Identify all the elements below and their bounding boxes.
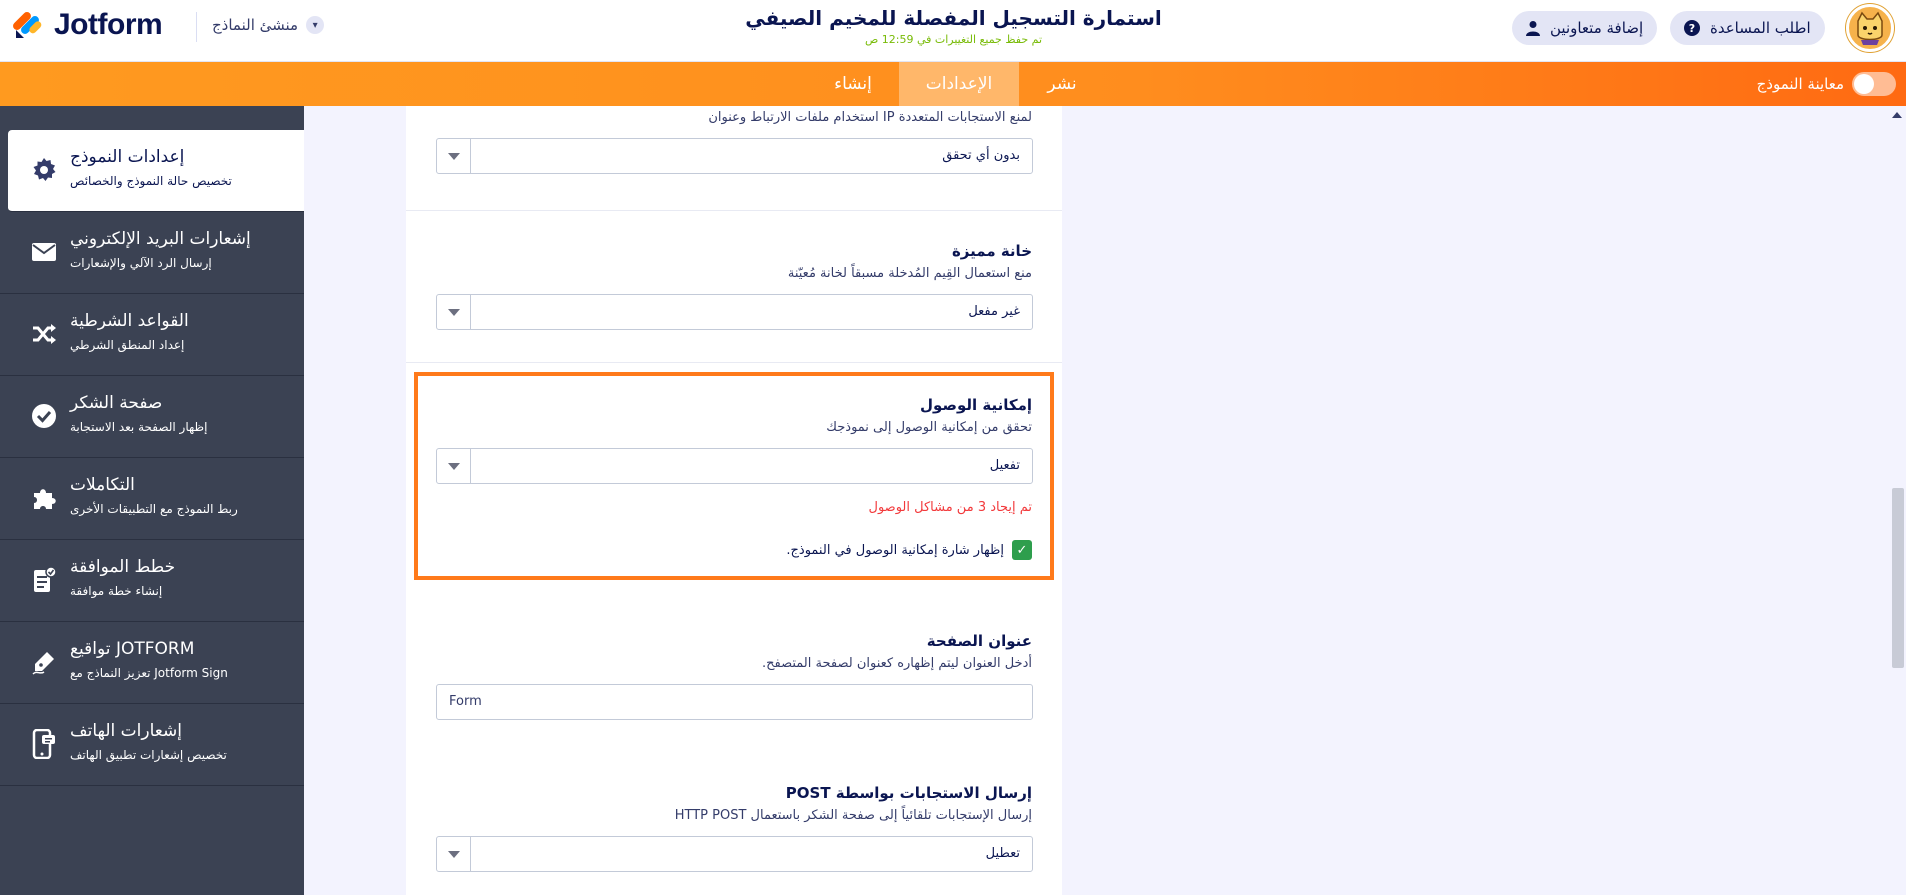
user-icon [1526,21,1540,36]
chevron-down-icon [437,295,471,329]
check-circle-icon [30,402,58,430]
form-title-block: استمارة التسجيل المفصلة للمخيم الصيفي تم… [650,6,1257,46]
preview-form-toggle[interactable]: معاينة النموذج [1757,72,1896,96]
page-title-setting-description: أدخل العنوان ليتم إظهاره كعنوان لصفحة ال… [762,656,1032,671]
unique-field-value: غير مفعل [968,304,1020,319]
chevron-down-icon [437,449,471,483]
accessibility-badge-label: إظهار شارة إمكانية الوصول في النموذج. [786,542,1004,558]
scrollbar-thumb[interactable] [1892,488,1904,668]
add-collaborators-button[interactable]: إضافة متعاونين [1512,11,1658,45]
logo-text: Jotform [54,8,163,41]
shuffle-icon [30,320,58,348]
help-icon: ? [1684,20,1700,36]
sidebar-item-subtitle: إرسال الرد الآلي والإشعارات [70,256,212,270]
post-value: تعطيل [985,846,1020,861]
settings-sidebar: إعدادات النموذج تخصيص حالة النموذج والخص… [0,106,304,895]
sidebar-item-title: القواعد الشرطية [70,311,189,331]
settings-content-panel: لمنع الاستجابات المتعددة IP استخدام ملفا… [406,106,1062,895]
get-help-button[interactable]: ? اطلب المساعدة [1670,11,1825,45]
envelope-icon [30,238,58,266]
sidebar-item-integrations[interactable]: التكاملات ربط النموذج مع التطبيقات الأخر… [0,458,304,540]
divider [406,362,1062,363]
sidebar-item-title: خطط الموافقة [70,557,176,577]
jotform-logo-icon [13,12,42,38]
accessibility-value: تفعيل [989,458,1020,473]
accessibility-title: إمكانية الوصول [920,396,1032,414]
avatar-cat-icon [1857,11,1883,45]
signature-pen-icon [30,648,58,676]
tab-publish-label: نشر [1047,74,1077,94]
form-maker-dropdown[interactable]: منشئ النماذج ▾ [212,16,325,34]
post-select[interactable]: تعطيل [436,836,1033,872]
tab-publish[interactable]: نشر [1018,62,1106,106]
puzzle-icon [30,484,58,512]
sidebar-item-subtitle: ربط النموذج مع التطبيقات الأخرى [70,502,238,516]
logo-divider [196,12,197,42]
page-scrollbar[interactable] [1889,106,1906,895]
chevron-down-icon [437,837,471,871]
ip-check-select[interactable]: بدون أي تحقق [436,138,1033,174]
jotform-logo[interactable]: Jotform [12,8,163,42]
sidebar-item-conditions[interactable]: القواعد الشرطية إعداد المنطق الشرطي [0,294,304,376]
sidebar-item-subtitle: إظهار الصفحة بعد الاستجابة [70,420,208,434]
accessibility-select[interactable]: تفعيل [436,448,1033,484]
unique-field-select[interactable]: غير مفعل [436,294,1033,330]
sidebar-item-subtitle: إعداد المنطق الشرطي [70,338,185,352]
sidebar-item-title: تواقيع JOTFORM [70,639,195,659]
chevron-down-icon [437,139,471,173]
phone-icon [30,729,58,759]
tab-settings-label: الإعدادات [925,74,993,94]
sidebar-item-form-settings[interactable]: إعدادات النموذج تخصيص حالة النموذج والخص… [8,130,304,212]
tab-build[interactable]: إنشاء [808,62,898,106]
tab-build-label: إنشاء [834,74,872,94]
preview-toggle-switch[interactable] [1852,72,1896,96]
approval-icon [30,566,58,594]
unique-field-title: خانة مميزة [951,242,1032,260]
sidebar-item-subtitle: تخصيص إشعارات تطبيق الهاتف [70,748,227,762]
post-setting-description: إرسال الإستجابات تلقائياً إلى صفحة الشكر… [674,808,1032,823]
accessibility-badge-option[interactable]: ✓ إظهار شارة إمكانية الوصول في النموذج. [786,540,1032,560]
accessibility-description: تحقق من إمكانية الوصول إلى نموذجك [826,420,1032,435]
get-help-label: اطلب المساعدة [1710,19,1811,37]
sidebar-item-mobile-notifications[interactable]: إشعارات الهاتف تخصيص إشعارات تطبيق الهات… [0,704,304,786]
sidebar-item-jotform-signatures[interactable]: تواقيع JOTFORM تعزيز النماذج مع Jotform … [0,622,304,704]
sidebar-item-title: إشعارات البريد الإلكتروني [70,229,251,249]
unique-field-description: منع استعمال القِيم المُدخلة مسبقاً لخانة… [787,266,1032,281]
ip-check-value: بدون أي تحقق [942,148,1020,163]
sidebar-item-title: إعدادات النموذج [70,147,185,167]
gear-icon [30,156,58,184]
chevron-down-icon: ▾ [306,16,325,34]
preview-form-label: معاينة النموذج [1756,75,1844,93]
sidebar-item-title: التكاملات [70,475,135,495]
tab-settings[interactable]: الإعدادات [899,62,1019,106]
ip-check-field: لمنع الاستجابات المتعددة IP استخدام ملفا… [406,106,1062,210]
sidebar-item-thank-you-page[interactable]: صفحة الشكر إظهار الصفحة بعد الاستجابة [0,376,304,458]
sidebar-item-email-notifications[interactable]: إشعارات البريد الإلكتروني إرسال الرد الآ… [0,212,304,294]
page-title-input[interactable]: Form [436,684,1033,720]
form-maker-label: منشئ النماذج [212,16,299,34]
builder-nav-bar: نشر الإعدادات إنشاء معاينة النموذج [0,62,1906,106]
scroll-up-arrow-icon[interactable] [1892,112,1902,118]
form-title[interactable]: استمارة التسجيل المفصلة للمخيم الصيفي [650,6,1257,30]
sidebar-item-title: صفحة الشكر [70,393,163,413]
sidebar-item-subtitle: تخصيص حالة النموذج والخصائص [70,174,232,188]
accessibility-issues-warning[interactable]: تم إيجاد 3 من مشاكل الوصول [869,500,1033,515]
page-title-setting-title: عنوان الصفحة [926,632,1032,650]
sidebar-item-subtitle: تعزيز النماذج مع Jotform Sign [70,666,228,680]
avatar[interactable] [1846,4,1894,52]
accessibility-badge-checkbox[interactable]: ✓ [1012,540,1032,560]
sidebar-item-title: إشعارات الهاتف [70,721,182,741]
saved-status: تم حفظ جميع التغييرات في 12:59 ص [864,33,1043,46]
add-collaborators-label: إضافة متعاونين [1550,19,1644,37]
ip-check-description: لمنع الاستجابات المتعددة IP استخدام ملفا… [708,110,1032,125]
post-setting-title: إرسال الاستجابات بواسطة POST [785,784,1032,802]
sidebar-item-approval-flows[interactable]: خطط الموافقة إنشاء خطة موافقة [0,540,304,622]
unique-field-setting [406,211,1062,367]
top-bar: Jotform منشئ النماذج ▾ استمارة التسجيل ا… [0,0,1906,62]
sidebar-item-subtitle: إنشاء خطة موافقة [70,584,163,598]
